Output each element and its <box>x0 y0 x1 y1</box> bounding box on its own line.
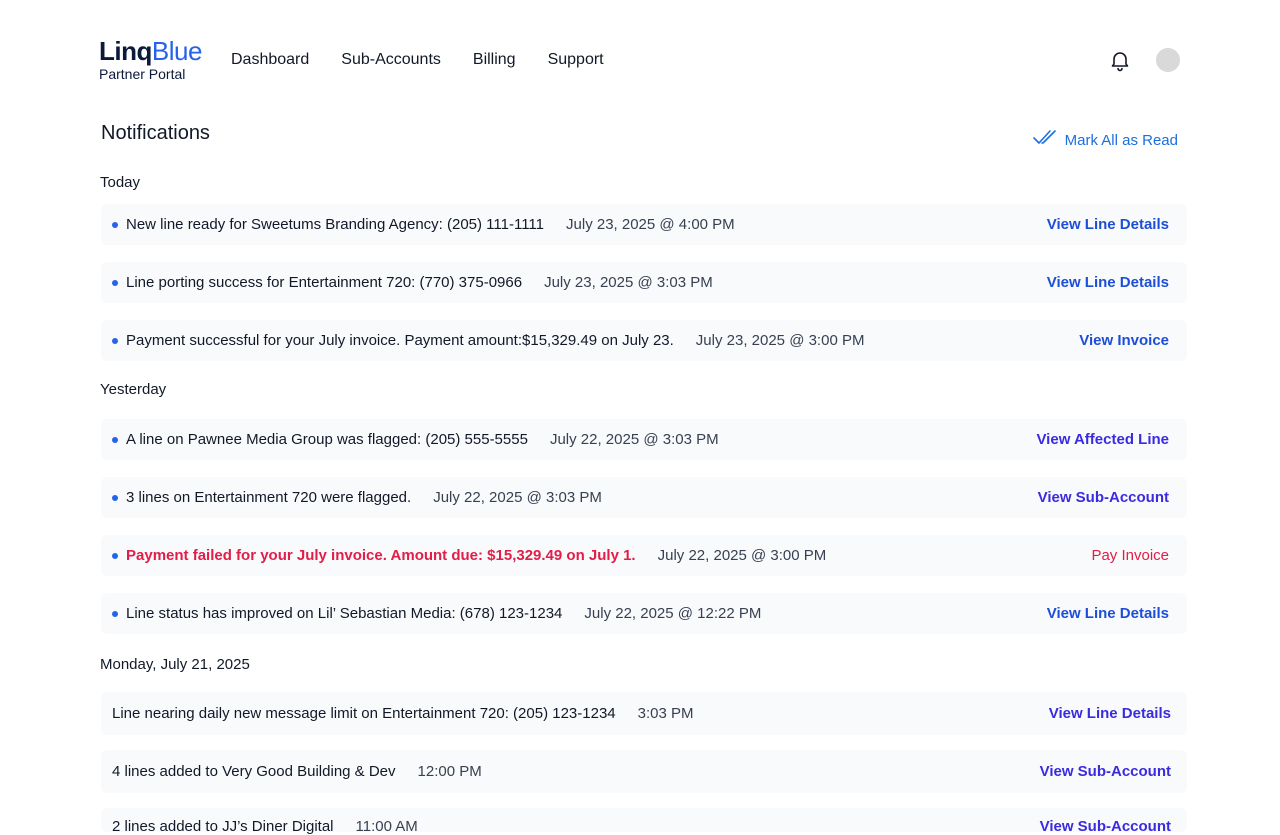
mark-all-read-button[interactable]: Mark All as Read <box>1032 128 1178 152</box>
unread-dot <box>112 221 118 228</box>
unread-dot <box>112 552 118 559</box>
pay-invoice-link[interactable]: Pay Invoice <box>1091 547 1169 564</box>
notification-row: Line nearing daily new message limit on … <box>101 692 1187 735</box>
view-line-details-link[interactable]: View Line Details <box>1047 274 1169 291</box>
notification-message: New line ready for Sweetums Branding Age… <box>126 216 545 233</box>
notification-time: July 22, 2025 @ 3:03 PM <box>433 489 602 506</box>
notification-message: Line status has improved on Lil’ Sebasti… <box>126 605 563 622</box>
notification-message: Payment successful for your July invoice… <box>126 332 674 349</box>
unread-dot <box>112 337 118 344</box>
bell-icon[interactable] <box>1108 48 1132 72</box>
notification-message: 4 lines added to Very Good Building & De… <box>112 763 396 780</box>
notification-row: New line ready for Sweetums Branding Age… <box>101 204 1187 245</box>
avatar[interactable] <box>1156 48 1180 72</box>
view-sub-account-link[interactable]: View Sub-Account <box>1040 818 1171 835</box>
notification-time: July 23, 2025 @ 3:00 PM <box>695 332 865 349</box>
view-sub-account-link[interactable]: View Sub-Account <box>1038 489 1169 506</box>
page-title: Notifications <box>101 122 210 144</box>
nav-dashboard[interactable]: Dashboard <box>231 50 309 70</box>
notification-message: Payment failed for your July invoice. Am… <box>126 547 636 564</box>
brand-logo[interactable]: LinqBlue Partner Portal <box>99 36 202 82</box>
notification-time: 12:00 PM <box>417 763 482 780</box>
notification-message: 2 lines added to JJ’s Diner Digital <box>112 818 334 835</box>
unread-dot <box>112 279 118 286</box>
notification-time: July 22, 2025 @ 3:03 PM <box>549 431 719 448</box>
double-check-icon <box>1032 128 1057 152</box>
nav-support[interactable]: Support <box>548 50 604 70</box>
view-line-details-link[interactable]: View Line Details <box>1047 605 1169 622</box>
view-line-details-link[interactable]: View Line Details <box>1047 216 1169 233</box>
notification-message: A line on Pawnee Media Group was flagged… <box>126 431 528 448</box>
section-today: Today <box>100 174 141 191</box>
view-invoice-link[interactable]: View Invoice <box>1079 332 1169 349</box>
notification-time: July 23, 2025 @ 4:00 PM <box>566 216 735 233</box>
view-sub-account-link[interactable]: View Sub-Account <box>1040 763 1171 780</box>
brand-subtitle: Partner Portal <box>99 66 186 82</box>
notification-message: Line nearing daily new message limit on … <box>112 705 616 722</box>
view-affected-line-link[interactable]: View Affected Line <box>1036 431 1169 448</box>
notification-row: Payment successful for your July invoice… <box>101 320 1187 361</box>
notification-time: July 22, 2025 @ 3:00 PM <box>657 547 827 564</box>
section-yesterday: Yesterday <box>100 381 167 398</box>
mark-all-read-label: Mark All as Read <box>1064 131 1178 149</box>
view-line-details-link[interactable]: View Line Details <box>1049 705 1171 722</box>
notification-message: 3 lines on Entertainment 720 were flagge… <box>126 489 412 506</box>
notification-row-error: Payment failed for your July invoice. Am… <box>101 535 1187 576</box>
notification-row: Line porting success for Entertainment 7… <box>101 262 1187 303</box>
nav-sub-accounts[interactable]: Sub-Accounts <box>341 50 441 70</box>
main-nav: Dashboard Sub-Accounts Billing Support <box>231 50 604 70</box>
nav-billing[interactable]: Billing <box>473 50 516 70</box>
brand-name-light: Blue <box>151 36 203 66</box>
notification-time: July 22, 2025 @ 12:22 PM <box>584 605 762 622</box>
notification-row: 2 lines added to JJ’s Diner Digital 11:0… <box>101 808 1187 835</box>
unread-dot <box>112 436 118 443</box>
notification-row: Line status has improved on Lil’ Sebasti… <box>101 593 1187 634</box>
notification-time: 11:00 AM <box>355 818 418 835</box>
notification-time: 3:03 PM <box>637 705 694 722</box>
notification-row: 4 lines added to Very Good Building & De… <box>101 750 1187 793</box>
unread-dot <box>112 610 118 617</box>
unread-dot <box>112 494 118 501</box>
notification-row: A line on Pawnee Media Group was flagged… <box>101 419 1187 460</box>
notification-message: Line porting success for Entertainment 7… <box>126 274 523 291</box>
brand-name-bold: Linq <box>99 36 152 66</box>
notification-row: 3 lines on Entertainment 720 were flagge… <box>101 477 1187 518</box>
notification-time: July 23, 2025 @ 3:03 PM <box>544 274 713 291</box>
section-monday: Monday, July 21, 2025 <box>100 656 250 673</box>
